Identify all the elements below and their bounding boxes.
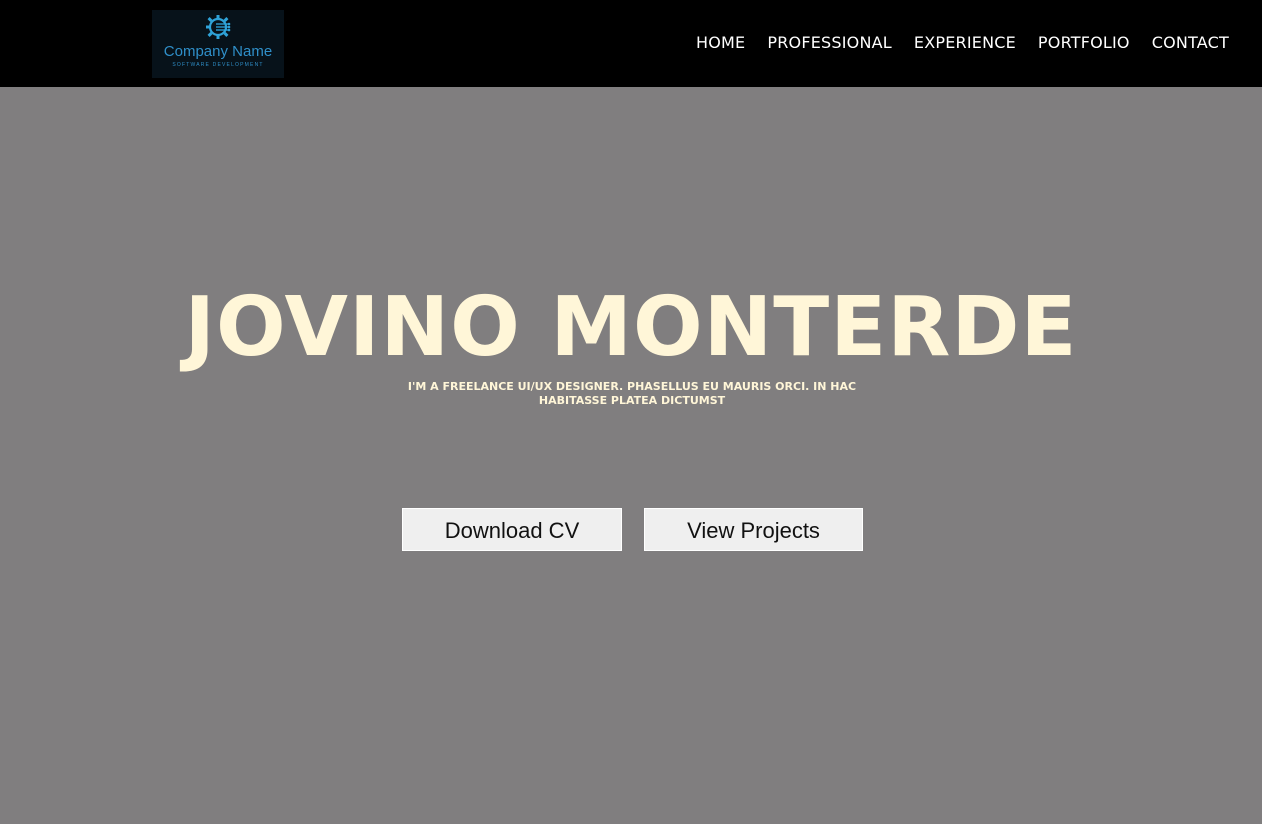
logo-company-name: Company Name <box>163 43 273 60</box>
gear-circuit-icon <box>206 15 231 39</box>
company-logo[interactable]: Company Name SOFTWARE DEVELOPMENT <box>152 10 284 78</box>
nav-item-contact[interactable]: CONTACT <box>1152 33 1229 53</box>
nav-item-professional[interactable]: PROFESSIONAL <box>767 33 892 53</box>
logo-tagline: SOFTWARE DEVELOPMENT <box>172 62 264 68</box>
nav-item-experience[interactable]: EXPERIENCE <box>914 33 1016 53</box>
download-cv-button[interactable]: Download CV <box>402 508 622 551</box>
navbar: Company Name SOFTWARE DEVELOPMENT HOME P… <box>0 0 1262 87</box>
hero-title: JOVINO MONTERDE <box>184 280 1078 375</box>
nav-item-home[interactable]: HOME <box>696 33 745 53</box>
view-projects-button[interactable]: View Projects <box>644 508 863 551</box>
main-nav: HOME PROFESSIONAL EXPERIENCE PORTFOLIO C… <box>696 33 1229 53</box>
hero-subtitle: I'M A FREELANCE UI/UX DESIGNER. PHASELLU… <box>407 380 857 407</box>
nav-item-portfolio[interactable]: PORTFOLIO <box>1038 33 1130 53</box>
